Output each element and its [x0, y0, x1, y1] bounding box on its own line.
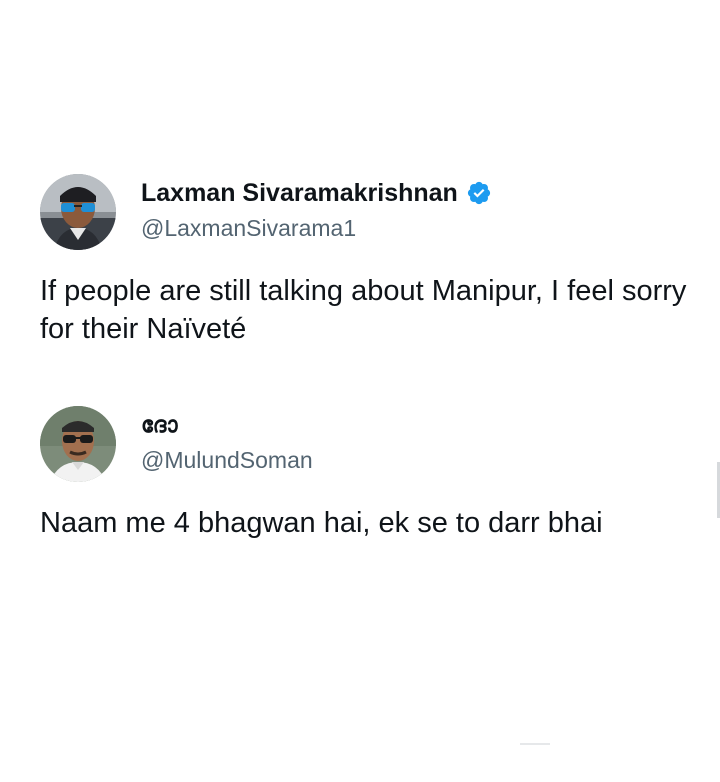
tweet-header: Laxman Sivaramakrishnan @LaxmanSivarama1	[40, 172, 690, 252]
handle[interactable]: @MulundSoman	[141, 446, 313, 474]
avatar-image	[40, 406, 116, 482]
author-info: ദോ @MulundSoman	[141, 410, 313, 474]
author-info: Laxman Sivaramakrishnan @LaxmanSivarama1	[141, 178, 492, 242]
tweet-card: Laxman Sivaramakrishnan @LaxmanSivarama1…	[40, 172, 690, 345]
tweet-text: If people are still talking about Manipu…	[40, 275, 687, 345]
avatar-image	[40, 174, 116, 250]
tweet-header: ദോ @MulundSoman	[40, 404, 690, 484]
name-row: ദോ	[141, 410, 313, 440]
tweet-card: ദോ @MulundSoman Naam me 4 bhagwan hai, e…	[40, 404, 690, 539]
avatar[interactable]	[40, 174, 116, 250]
handle[interactable]: @LaxmanSivarama1	[141, 214, 492, 242]
name-row: Laxman Sivaramakrishnan	[141, 178, 492, 208]
tweet-text: Naam me 4 bhagwan hai, ek se to darr bha…	[40, 507, 603, 539]
divider	[520, 743, 550, 745]
avatar[interactable]	[40, 406, 116, 482]
display-name[interactable]: ദോ	[141, 410, 178, 440]
verified-badge-icon	[466, 180, 492, 206]
display-name[interactable]: Laxman Sivaramakrishnan	[141, 178, 458, 208]
